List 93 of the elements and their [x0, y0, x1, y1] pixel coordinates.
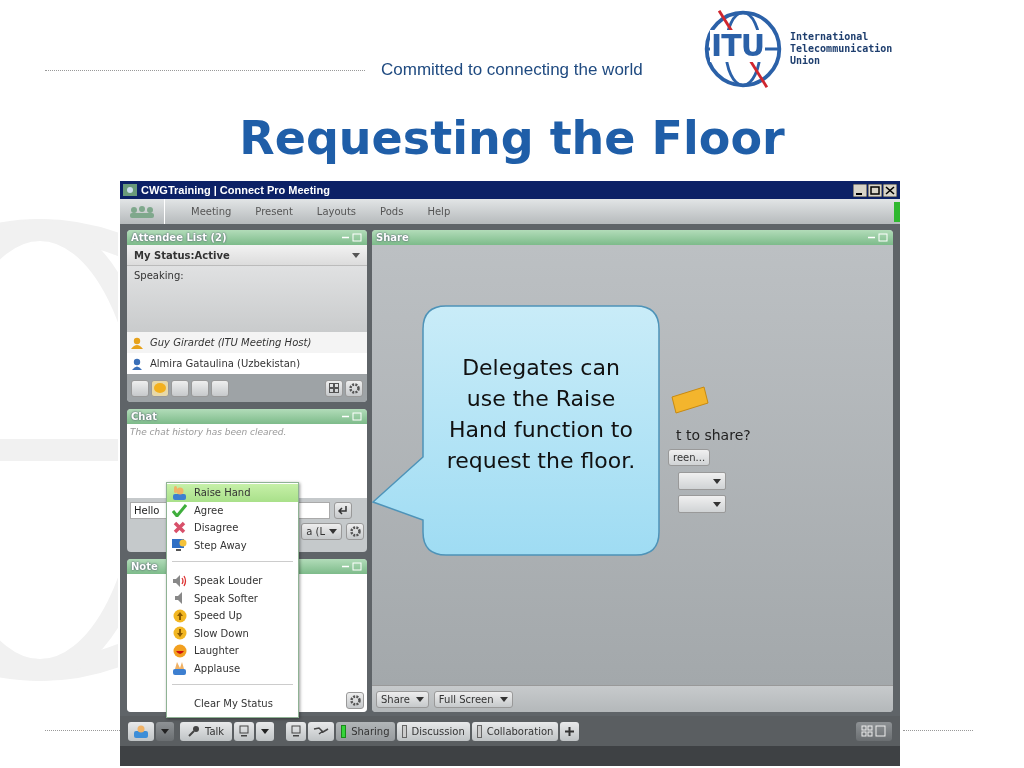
share-screen-button[interactable]: reen...: [668, 449, 711, 466]
tagline: Committed to connecting the world: [381, 60, 643, 80]
grid-icon: [861, 725, 887, 737]
recipient-dropdown[interactable]: a (L: [301, 523, 342, 540]
caret-icon: [329, 529, 337, 534]
share-prompt: t to share?: [676, 427, 751, 443]
menu-item[interactable]: Present: [255, 206, 293, 217]
view-mode-button[interactable]: [856, 721, 892, 741]
logo-text: International: [790, 31, 870, 43]
status-menu-item[interactable]: Agree: [167, 501, 298, 519]
webcam-icon: [239, 725, 250, 737]
status-menu-item[interactable]: Speak Softer: [167, 589, 298, 607]
add-layout-button[interactable]: [560, 721, 580, 741]
caret-icon: [713, 501, 721, 507]
pod-title: Share: [376, 232, 409, 243]
status-menu-item[interactable]: Applause: [167, 659, 298, 677]
status-menu-item[interactable]: Laughter: [167, 642, 298, 660]
settings-icon: [349, 695, 361, 706]
settings-button[interactable]: [346, 523, 364, 540]
clapping-hands-icon: [172, 661, 187, 676]
logo-text: Telecommunication: [790, 43, 893, 55]
minimize-icon[interactable]: [853, 183, 867, 197]
settings-icon: [348, 382, 360, 394]
menu-item[interactable]: Pods: [380, 206, 404, 217]
status-menu-item[interactable]: Step Away: [167, 536, 298, 554]
maximize-icon[interactable]: [868, 183, 882, 197]
folder-icon: [670, 385, 710, 415]
full-screen-button[interactable]: Full Screen: [433, 690, 513, 708]
status-menu-item[interactable]: Speak Louder: [167, 572, 298, 590]
pod-title: Chat: [131, 411, 157, 422]
caret-icon: [713, 478, 721, 484]
caret-icon: [261, 728, 270, 734]
speaking-label: Speaking:: [134, 270, 184, 281]
camera-dropdown-button[interactable]: [256, 721, 275, 741]
speaker-icon: [174, 591, 185, 606]
talk-button[interactable]: Talk: [180, 721, 233, 741]
send-button[interactable]: [334, 502, 352, 519]
status-menu-item[interactable]: Clear My Status: [167, 695, 298, 713]
pod-title: Note: [131, 561, 158, 572]
status-button[interactable]: [128, 721, 154, 741]
caret-icon: [415, 696, 424, 702]
webcam-icon: [291, 725, 302, 737]
settings-icon: [349, 526, 361, 537]
status-menu-item[interactable]: Speed Up: [167, 607, 298, 625]
enter-icon: [338, 506, 348, 515]
status-menu-item[interactable]: Disagree: [167, 519, 298, 537]
monitor-icon: [172, 538, 187, 553]
layout-tab[interactable]: Discussion: [396, 721, 470, 741]
chat-history-note: The chat history has been cleared.: [130, 427, 287, 437]
smiley-icon: [172, 643, 187, 658]
check-icon: [172, 503, 187, 517]
camera-button[interactable]: [234, 721, 255, 741]
plus-icon: [565, 726, 575, 736]
host-person-icon: [130, 336, 144, 349]
pod-title: Attendee List (2): [131, 232, 227, 243]
cross-icon: [173, 521, 186, 535]
grid-icon: [329, 383, 339, 393]
logo-mark: ITU: [710, 30, 765, 62]
hand-icon: [133, 724, 149, 738]
status-menu-item[interactable]: Raise Hand: [167, 484, 298, 502]
people-icon: [129, 205, 155, 218]
close-icon[interactable]: [883, 183, 897, 197]
attendee-row[interactable]: Guy Girardet (ITU Meeting Host): [127, 332, 367, 353]
layout-tab[interactable]: Sharing: [336, 721, 395, 741]
share-tool-button[interactable]: [308, 721, 335, 741]
dropdown[interactable]: [678, 495, 726, 513]
caret-icon: [352, 252, 360, 258]
hand-icon: [172, 485, 187, 500]
slide-title: Requesting the Floor: [238, 110, 786, 167]
grid-button[interactable]: [325, 379, 343, 397]
window-title: CWGTraining | Connect Pro Meeting: [141, 184, 330, 196]
share-button[interactable]: Share: [376, 690, 429, 708]
app-icon: [123, 184, 137, 196]
connection-icon: [894, 201, 900, 222]
webcam-button[interactable]: [286, 721, 307, 741]
status-menu-item[interactable]: Slow Down: [167, 624, 298, 642]
menu-item[interactable]: Help: [427, 206, 451, 217]
caret-icon: [499, 696, 508, 702]
status-dropdown-button[interactable]: [156, 721, 174, 741]
status-dropdown[interactable]: My Status:Active: [127, 245, 367, 266]
person-icon: [130, 357, 144, 370]
menu-item[interactable]: Meeting: [191, 206, 232, 217]
layout-tab[interactable]: Collaboration: [471, 721, 559, 741]
dropdown[interactable]: [678, 472, 726, 490]
caret-icon: [161, 728, 169, 734]
settings-button[interactable]: [346, 692, 364, 709]
logo-text: Union: [790, 55, 822, 67]
attendee-row[interactable]: Almira Gataulina (Uzbekistan): [127, 353, 367, 374]
microphone-icon: [188, 725, 200, 737]
speaker-icon: [172, 573, 187, 588]
menu-item[interactable]: Layouts: [316, 206, 357, 217]
settings-button[interactable]: [345, 379, 363, 397]
callout-text: Delegates can use the Raise Hand function to request the floor.: [446, 354, 636, 475]
